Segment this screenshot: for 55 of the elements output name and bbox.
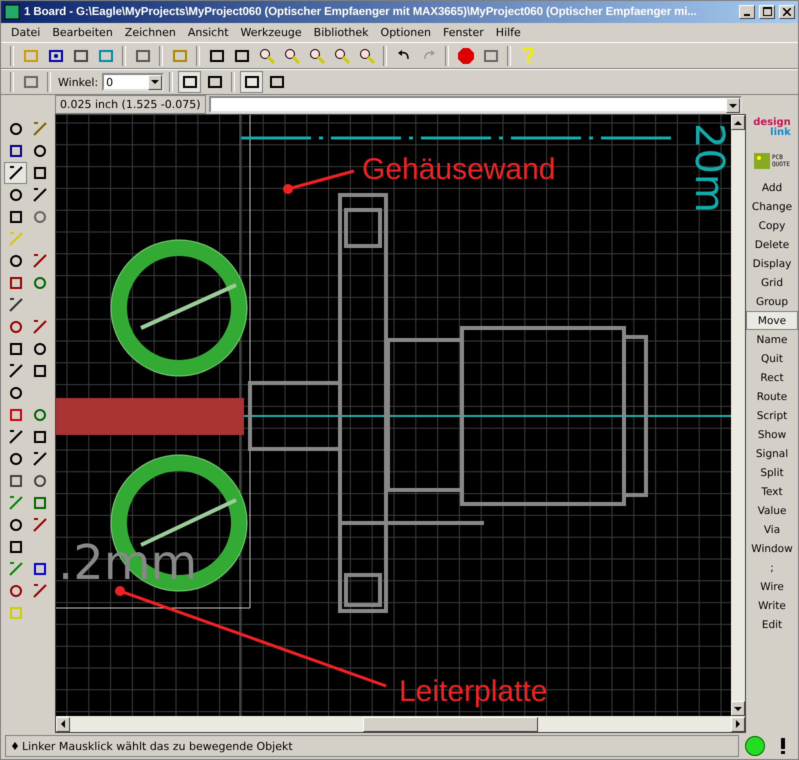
command-button[interactable]: Rect <box>746 368 798 388</box>
coordinate-display: 0.025 inch (1.525 -0.075) <box>55 95 206 114</box>
command-button[interactable]: Split <box>746 463 798 482</box>
leader-line <box>283 170 354 194</box>
menu-item[interactable]: Bearbeiten <box>46 26 119 39</box>
command-button[interactable]: Display <box>746 254 798 274</box>
vertical-scrollbar[interactable] <box>731 115 745 716</box>
annotation-label: Gehäusewand <box>362 153 556 186</box>
command-button[interactable]: Move <box>746 311 798 330</box>
diamond-icon <box>12 742 18 750</box>
minimize-button[interactable] <box>739 4 755 19</box>
dimension-text: 20m <box>686 123 731 214</box>
command-button[interactable]: Window <box>746 539 798 558</box>
horizontal-scrollbar[interactable] <box>56 716 745 732</box>
command-button[interactable]: Script <box>746 406 798 426</box>
menu-item[interactable]: Optionen <box>374 26 437 39</box>
command-button[interactable]: Group <box>746 292 798 312</box>
command-button[interactable]: Grid <box>746 273 798 292</box>
menu-item[interactable]: Datei <box>5 26 46 39</box>
menu-item[interactable]: Bibliothek <box>308 26 375 39</box>
command-button[interactable]: Via <box>746 520 798 540</box>
logo[interactable]: design link <box>753 118 791 148</box>
command-button[interactable]: Add <box>746 178 798 198</box>
close-icon <box>783 8 791 16</box>
menu-item[interactable]: Zeichnen <box>118 26 182 39</box>
command-button[interactable]: Route <box>746 387 798 406</box>
menu-item[interactable]: Hilfe <box>490 26 527 39</box>
command-button[interactable]: Copy <box>746 216 798 236</box>
command-button[interactable]: Show <box>746 425 798 444</box>
menu-item[interactable]: Fenster <box>436 26 490 39</box>
command-button[interactable]: Text <box>746 482 798 502</box>
command-button[interactable]: Quit <box>746 349 798 368</box>
menu-item[interactable]: Ansicht <box>182 26 235 39</box>
angle-dropdown[interactable]: 0 <box>102 73 164 92</box>
command-button[interactable]: Wire <box>746 577 798 596</box>
command-button[interactable]: Change <box>746 197 798 216</box>
command-button[interactable]: Signal <box>746 444 798 464</box>
status-message: Linker Mausklick wählt das zu bewegende Objekt <box>22 740 293 753</box>
close-button[interactable] <box>779 4 795 19</box>
command-button[interactable]: Edit <box>746 615 798 634</box>
maximize-button[interactable] <box>759 4 775 19</box>
maximize-icon <box>762 7 772 16</box>
command-button[interactable]: ; <box>746 558 798 578</box>
command-input[interactable] <box>209 96 742 114</box>
minimize-icon <box>744 14 750 16</box>
menu-item[interactable]: Werkzeuge <box>234 26 308 39</box>
app-icon <box>4 4 20 20</box>
command-button[interactable]: Write <box>746 596 798 616</box>
exclamation-icon <box>780 738 786 754</box>
angle-label: Winkel: <box>58 76 98 89</box>
annotation-label: Leiterplatte <box>399 675 548 708</box>
command-button[interactable]: Delete <box>746 235 798 254</box>
window-title: 1 Board - G:\Eagle\MyProjects\MyProject060 (Optischer Empfaenger mit MAX3665)\MyProject060 (Optischer Empfaenger mi... <box>24 6 698 18</box>
command-button[interactable]: Value <box>746 501 798 520</box>
command-button[interactable]: Name <box>746 330 798 350</box>
